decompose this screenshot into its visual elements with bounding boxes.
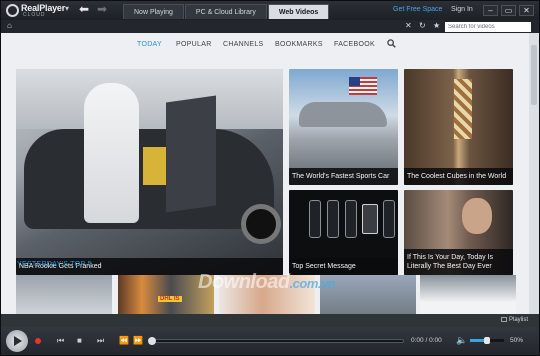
seek-bar[interactable] [148, 337, 404, 345]
video-tile-fastest-car[interactable]: The World's Fastest Sports Car [289, 69, 398, 185]
seek-knob[interactable] [148, 337, 156, 345]
realplayer-window: RealPlayer CLOUD ▾ ⬅ ➡ Now Playing PC & … [0, 0, 540, 356]
close-button[interactable]: ✕ [519, 5, 534, 16]
watermark-suffix: .com.vn [289, 276, 336, 291]
playlist-button[interactable]: Playlist [501, 317, 528, 323]
category-search-icon[interactable] [387, 39, 396, 48]
playlist-icon [501, 317, 507, 322]
category-popular[interactable]: POPULAR [176, 41, 212, 48]
thumbnail-phone [327, 200, 339, 238]
content-scrollbar[interactable] [529, 33, 539, 314]
watermark: Download.com.vn [198, 271, 336, 294]
previous-track-icon[interactable]: ⏮ [57, 337, 64, 345]
get-free-space-link[interactable]: Get Free Space [393, 6, 442, 13]
player-controls: Playlist ⏮ ■ ⏭ ⏪ ⏩ 0:00 / 0:00 🔈 50% [1, 314, 539, 355]
video-caption: The World's Fastest Sports Car [289, 168, 398, 185]
stop-icon[interactable]: ■ [77, 337, 82, 345]
thumbnail-flag [349, 77, 377, 95]
video-tile-coolest-cubes[interactable]: The Coolest Cubes in the World [404, 69, 513, 185]
browser-toolbar: ⌂ ✕ ↻ ★ [1, 20, 539, 33]
thumbnail-phone [383, 200, 395, 238]
thumbnail-bus [16, 69, 283, 129]
video-tile-nba-rookie[interactable]: NBA Rookie Gets Pranked [16, 69, 283, 275]
tab-now-playing[interactable]: Now Playing [123, 4, 184, 19]
fast-forward-icon[interactable]: ⏩ [133, 337, 143, 345]
category-facebook[interactable]: FACEBOOK [334, 41, 375, 48]
rewind-icon[interactable]: ⏪ [119, 337, 129, 345]
playlist-label: Playlist [509, 317, 529, 323]
back-arrow-icon[interactable]: ⬅ [79, 2, 89, 16]
bookmark-star-icon[interactable]: ★ [433, 21, 440, 30]
next-track-icon[interactable]: ⏭ [97, 337, 104, 345]
refresh-icon[interactable]: ↻ [419, 21, 426, 30]
volume-slider[interactable] [470, 337, 504, 344]
thumbnail-person [84, 83, 139, 223]
volume-icon[interactable]: 🔈 [456, 336, 467, 345]
tab-web-videos[interactable]: Web Videos [267, 4, 330, 19]
top5-video-1[interactable] [16, 275, 112, 314]
video-tile-best-day[interactable]: If This Is Your Day, Today Is Literally … [404, 190, 513, 275]
category-bookmarks[interactable]: BOOKMARKS [275, 41, 323, 48]
category-today[interactable]: TODAY [137, 41, 162, 48]
thumbnail-cube-sculpture [454, 79, 472, 139]
stop-icon[interactable]: ✕ [405, 21, 412, 30]
record-button[interactable] [35, 338, 41, 344]
maximize-button[interactable]: ▭ [501, 5, 516, 16]
volume-knob[interactable] [484, 337, 490, 344]
thumbnail-face [462, 198, 492, 234]
scrollbar-thumb[interactable] [531, 45, 537, 105]
thumbnail-wheel [241, 204, 281, 244]
app-menu-caret-icon[interactable]: ▾ [65, 4, 69, 13]
thumbnail-sports-car [299, 102, 387, 127]
video-caption: The Coolest Cubes in the World [404, 168, 513, 185]
logo-subtext: CLOUD [23, 12, 46, 18]
forward-arrow-icon[interactable]: ➡ [97, 2, 107, 16]
realplayer-logo[interactable]: RealPlayer CLOUD [6, 3, 65, 19]
minimize-button[interactable]: – [483, 5, 498, 16]
home-icon[interactable]: ⌂ [7, 21, 12, 30]
thumbnail-phone [309, 200, 321, 238]
video-tile-top-secret[interactable]: Top Secret Message [289, 190, 398, 275]
thumbnail-door [166, 95, 216, 213]
main-tabs: Now Playing PC & Cloud Library Web Video… [123, 4, 330, 20]
top5-video-5[interactable] [420, 275, 516, 314]
video-caption: If This Is Your Day, Today Is Literally … [404, 249, 513, 275]
thumbnail-sign: DHL IS [158, 296, 182, 302]
volume-percent: 50% [510, 337, 524, 344]
time-display: 0:00 / 0:00 [411, 337, 442, 344]
realplayer-logo-icon [6, 4, 19, 17]
section-title: YESTERDAY'S TOP 5 [17, 261, 92, 268]
title-bar: RealPlayer CLOUD ▾ ⬅ ➡ Now Playing PC & … [1, 1, 539, 20]
thumbnail-phone-center [362, 204, 378, 234]
tab-pc-cloud-library[interactable]: PC & Cloud Library [184, 4, 267, 19]
web-videos-content: TODAY POPULAR CHANNELS BOOKMARKS FACEBOO… [1, 33, 529, 314]
player-info-strip [1, 314, 539, 327]
category-channels[interactable]: CHANNELS [223, 41, 264, 48]
search-input[interactable] [445, 22, 531, 32]
watermark-text: Download [198, 271, 290, 293]
thumbnail-phone [345, 200, 357, 238]
sign-in-link[interactable]: Sign In [451, 6, 473, 13]
play-button[interactable] [6, 330, 28, 352]
